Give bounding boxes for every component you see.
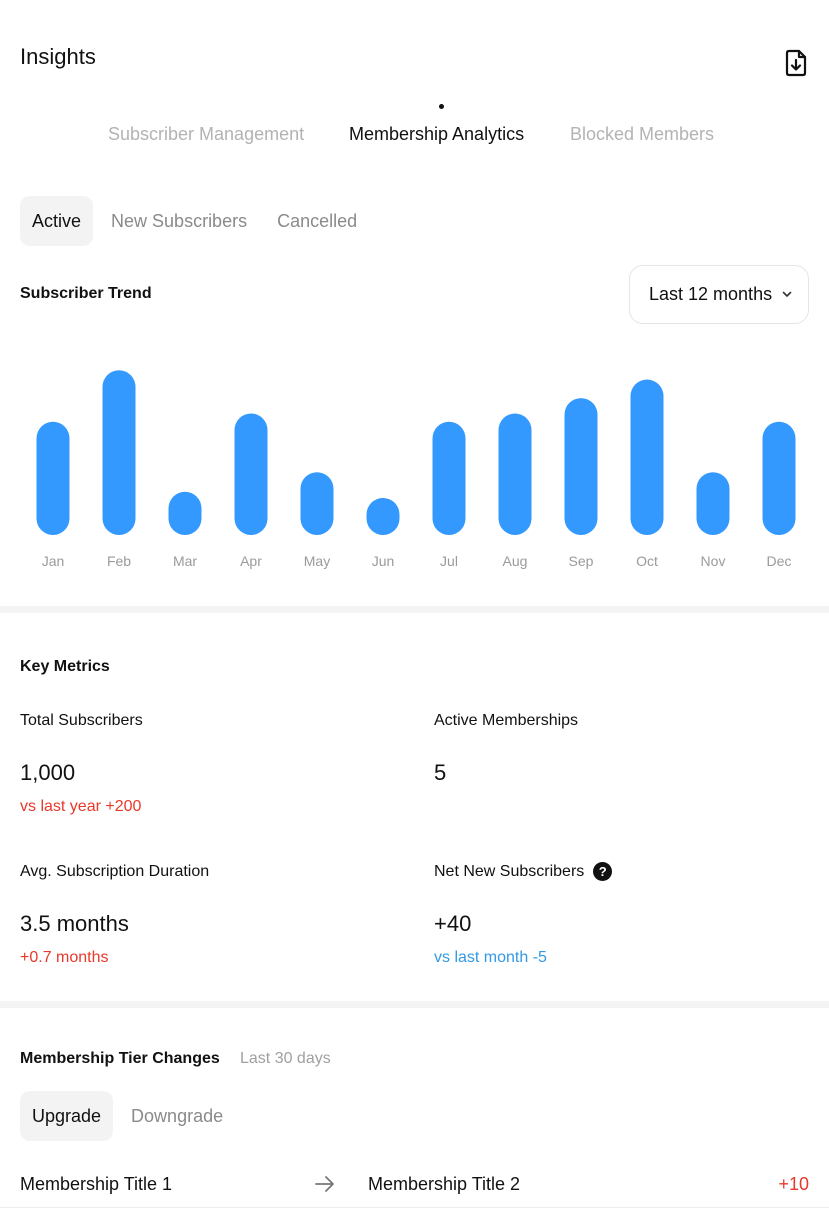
- arrow-right-icon: [315, 1176, 334, 1192]
- total-subscribers-value: 1,000: [20, 760, 76, 785]
- subscriber-trend-title: Subscriber Trend: [20, 285, 152, 302]
- x-tick-label: Dec: [767, 553, 792, 569]
- avg-duration-value: 3.5 months: [20, 911, 129, 936]
- x-tick-label: Mar: [173, 553, 197, 569]
- net-new-delta: vs last month -5: [434, 949, 547, 966]
- tab-blocked-members[interactable]: Blocked Members: [570, 124, 714, 145]
- x-tick-label: Aug: [503, 553, 528, 569]
- bar-jul[interactable]: [432, 421, 466, 535]
- x-tick-label: Jul: [440, 553, 458, 569]
- subscriber-trend-chart: Jan Feb Mar Apr May Jun Jul Aug Sep Oct Nov Dec: [36, 370, 796, 569]
- section-divider: [0, 1001, 829, 1008]
- chevron-down-icon: [782, 291, 792, 298]
- tab-downgrade[interactable]: Downgrade: [119, 1091, 235, 1141]
- export-button[interactable]: [781, 48, 811, 78]
- table-row[interactable]: Membership Title 1 Membership Title 2 +1…: [0, 1160, 829, 1208]
- total-subscribers-delta: vs last year +200: [20, 798, 142, 815]
- header: Insights: [0, 0, 829, 100]
- date-range-label: Last 12 months: [649, 284, 773, 304]
- total-subscribers-label: Total Subscribers: [20, 712, 143, 729]
- tier-changes-title: Membership Tier Changes: [20, 1050, 220, 1067]
- x-tick-label: Oct: [636, 553, 658, 569]
- date-range-select[interactable]: Last 12 months: [629, 265, 809, 324]
- active-tab-indicator: [439, 104, 444, 109]
- tier-delta: +10: [778, 1174, 809, 1194]
- section-divider: [0, 606, 829, 613]
- active-memberships-value: 5: [434, 760, 447, 785]
- bar-mar[interactable]: [168, 491, 202, 535]
- bar-sep[interactable]: [564, 398, 598, 535]
- tier-to: Membership Title 2: [368, 1174, 521, 1194]
- tab-subscriber-management[interactable]: Subscriber Management: [108, 124, 304, 145]
- bar-jun[interactable]: [366, 497, 400, 535]
- bar-aug[interactable]: [498, 413, 532, 535]
- x-tick-label: Jan: [42, 553, 65, 569]
- tier-from: Membership Title 1: [20, 1174, 173, 1194]
- status-tabs: Active New Subscribers Cancelled: [20, 196, 369, 246]
- tab-membership-analytics[interactable]: Membership Analytics: [349, 124, 524, 145]
- x-tick-label: Jun: [372, 553, 395, 569]
- x-tick-label: Apr: [240, 553, 262, 569]
- x-tick-label: Nov: [701, 553, 726, 569]
- question-circle-icon[interactable]: ?: [593, 862, 613, 881]
- bar-nov[interactable]: [696, 472, 730, 535]
- bar-oct[interactable]: [630, 379, 664, 535]
- top-tabs: Subscriber Management Membership Analyti…: [0, 100, 829, 160]
- bar-may[interactable]: [300, 472, 334, 535]
- bar-feb[interactable]: [102, 370, 136, 535]
- key-metrics-title: Key Metrics: [20, 658, 110, 675]
- net-new-label: Net New Subscribers ?: [434, 862, 613, 881]
- tab-cancelled[interactable]: Cancelled: [265, 196, 369, 246]
- bar-jan[interactable]: [36, 421, 70, 535]
- tab-active[interactable]: Active: [20, 196, 94, 246]
- x-tick-label: Sep: [569, 553, 594, 569]
- tier-tabs: Upgrade Downgrade: [20, 1091, 235, 1141]
- tier-changes-period: Last 30 days: [240, 1050, 331, 1067]
- active-memberships-label: Active Memberships: [434, 712, 579, 729]
- net-new-value: +40: [434, 911, 472, 936]
- avg-duration-label: Avg. Subscription Duration: [20, 863, 210, 880]
- bar-apr[interactable]: [234, 413, 268, 535]
- tab-upgrade[interactable]: Upgrade: [20, 1091, 114, 1141]
- x-tick-label: Feb: [107, 553, 131, 569]
- page-title: Insights: [20, 44, 96, 69]
- x-tick-label: May: [304, 553, 330, 569]
- file-download-icon: [785, 49, 807, 77]
- bar-dec[interactable]: [762, 421, 796, 535]
- avg-duration-delta: +0.7 months: [20, 949, 109, 966]
- tab-new-subscribers[interactable]: New Subscribers: [99, 196, 259, 246]
